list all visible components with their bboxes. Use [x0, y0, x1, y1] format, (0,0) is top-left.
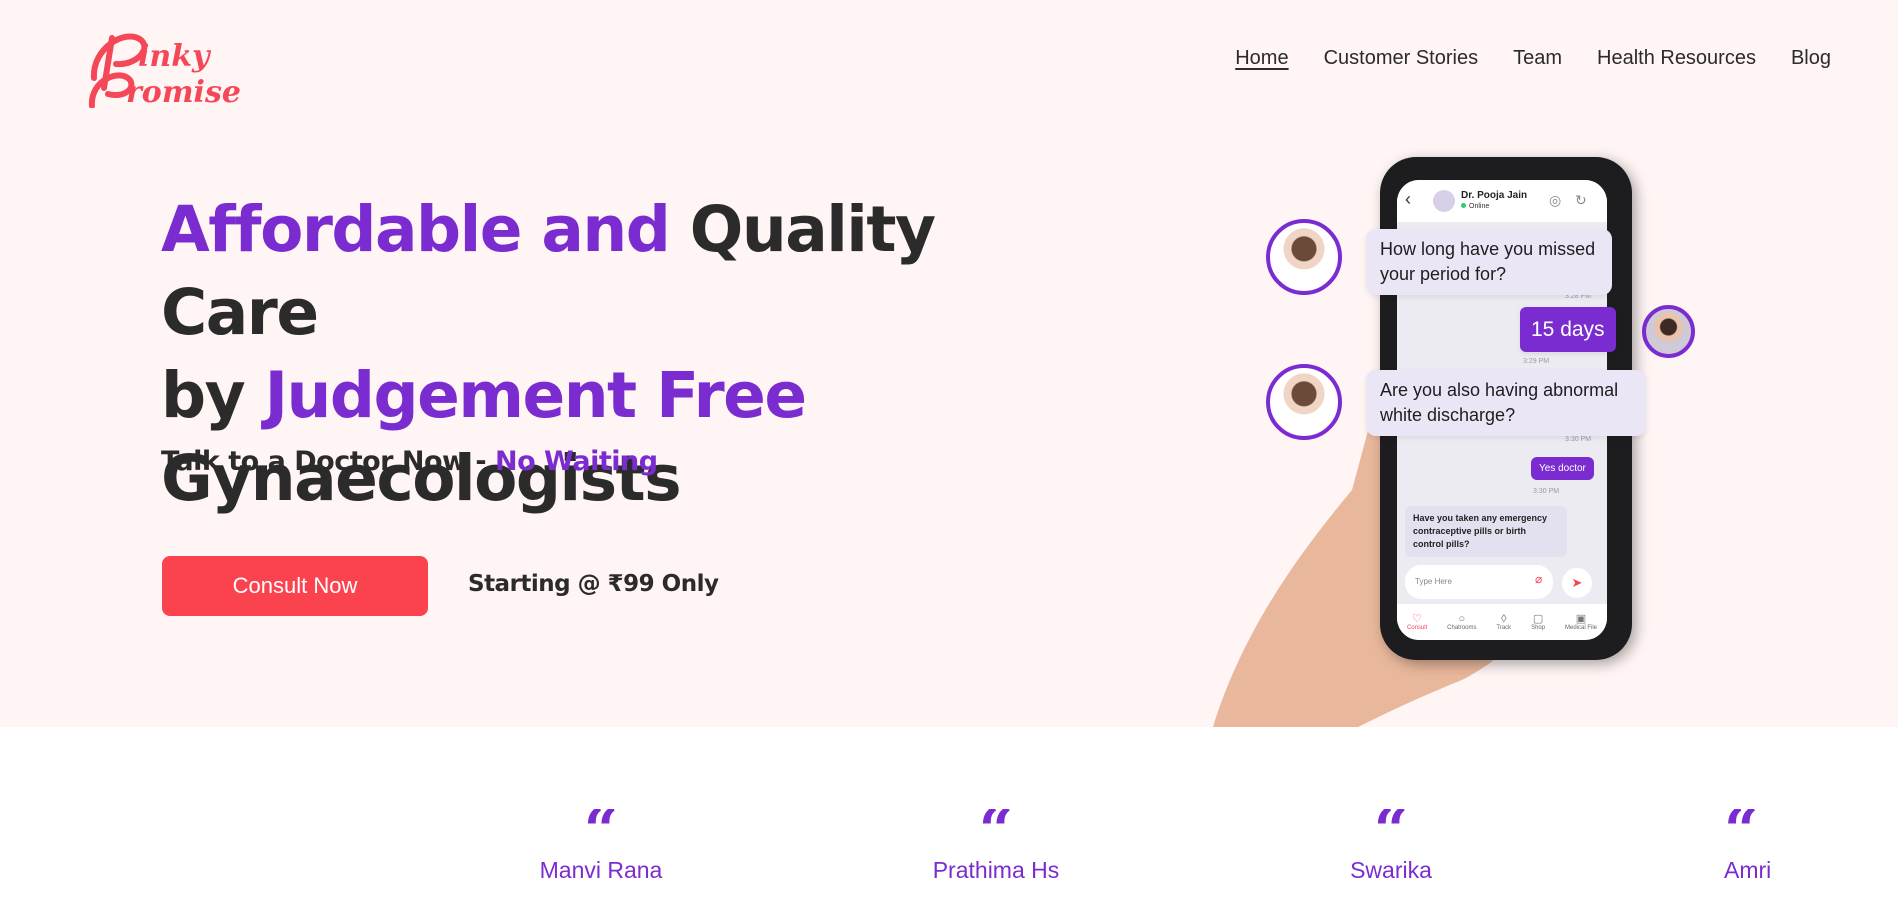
- hero-section: inky romise Home Customer Stories Team H…: [0, 0, 1898, 727]
- app-tab-bar: ♡ Consult ○ Chatrooms ◊ Track ▢ Shop ▣ Medica…: [1397, 604, 1607, 640]
- file-icon: ▣: [1575, 613, 1587, 625]
- drop-icon: ◊: [1501, 613, 1507, 625]
- testimonial-card[interactable]: “ Swarika: [1271, 809, 1511, 884]
- testimonial-card[interactable]: “ Amri: [1700, 809, 1774, 884]
- quote-icon: “: [481, 809, 721, 843]
- back-arrow-icon[interactable]: ‹: [1405, 189, 1411, 210]
- tab-label: Chatrooms: [1447, 625, 1477, 631]
- nav-health-resources[interactable]: Health Resources: [1597, 47, 1756, 70]
- consult-now-button[interactable]: Consult Now: [162, 556, 428, 616]
- patient-reply-bubble: 15 days: [1520, 307, 1616, 352]
- headline-part-4: Judgement Free: [264, 359, 808, 432]
- doctor-name: Dr. Pooja Jain: [1461, 190, 1528, 201]
- tab-label: Medical File: [1564, 625, 1597, 631]
- quote-icon: “: [1724, 809, 1774, 843]
- attach-icon[interactable]: ⌀: [1535, 572, 1542, 586]
- price-text: Starting @ ₹99 Only: [468, 571, 719, 597]
- subline-highlight: No Waiting: [494, 446, 658, 477]
- msg-time: 3:30 PM: [1565, 436, 1592, 443]
- headline-part-3: by: [161, 359, 265, 432]
- doctor-avatar: [1266, 364, 1342, 440]
- tab-shop[interactable]: ▢ Shop: [1531, 613, 1545, 631]
- chat-header: ‹ Dr. Pooja Jain Online ◎ ↻: [1397, 180, 1607, 222]
- message-input[interactable]: Type Here: [1405, 565, 1553, 599]
- tab-medical-file[interactable]: ▣ Medical File: [1565, 613, 1597, 631]
- quote-icon: “: [1271, 809, 1511, 843]
- testimonial-name: Prathima Hs: [932, 857, 1060, 883]
- testimonial-card[interactable]: “ Manvi Rana: [481, 809, 721, 884]
- testimonials-strip: “ Manvi Rana “ Prathima Hs “ Swarika: [0, 727, 1898, 907]
- tab-label: Shop: [1531, 625, 1546, 631]
- svg-text:inky: inky: [138, 39, 212, 74]
- subline-text: Talk to a Doctor Now -: [161, 446, 495, 477]
- refresh-icon[interactable]: ↻: [1575, 192, 1587, 209]
- question-bubble: Have you taken any emergency contracepti…: [1405, 506, 1567, 557]
- nav-team[interactable]: Team: [1513, 47, 1562, 70]
- call-icon[interactable]: ◎: [1549, 192, 1561, 209]
- testimonial-name: Swarika: [1350, 857, 1432, 883]
- doctor-message-bubble: Are you also having abnormal white disch…: [1366, 370, 1646, 436]
- online-status: Online: [1461, 203, 1489, 210]
- patient-avatar: [1642, 305, 1695, 358]
- testimonial-card[interactable]: “ Prathima Hs: [876, 809, 1116, 884]
- nav-blog[interactable]: Blog: [1791, 47, 1831, 70]
- doctor-avatar: [1266, 219, 1342, 295]
- testimonial-name: Manvi Rana: [539, 857, 663, 883]
- reply-bubble: Yes doctor: [1531, 457, 1594, 480]
- quote-icon: “: [876, 809, 1116, 843]
- nav-customer-stories[interactable]: Customer Stories: [1324, 47, 1479, 70]
- tab-label: Consult: [1406, 625, 1428, 631]
- testimonial-name: Amri: [1724, 857, 1772, 883]
- svg-text:romise: romise: [126, 75, 241, 108]
- tab-label: Track: [1496, 625, 1512, 631]
- msg-time: 3:29 PM: [1523, 358, 1550, 365]
- chat-icon: ○: [1458, 613, 1466, 625]
- msg-time: 3:30 PM: [1533, 488, 1560, 495]
- nav-home[interactable]: Home: [1235, 47, 1288, 70]
- tab-track[interactable]: ◊ Track: [1496, 613, 1511, 631]
- doctor-avatar-small: [1433, 190, 1455, 212]
- pinky-promise-logo[interactable]: inky romise: [86, 18, 266, 108]
- testimonial-card-clipped[interactable]: “ Amri: [1700, 809, 1774, 907]
- send-icon[interactable]: ➤: [1562, 568, 1592, 598]
- tab-chatrooms[interactable]: ○ Chatrooms: [1447, 613, 1476, 631]
- tab-consult[interactable]: ♡ Consult: [1407, 613, 1427, 631]
- stethoscope-icon: ♡: [1412, 613, 1423, 625]
- hero-subline: Talk to a Doctor Now - No Waiting: [161, 446, 658, 477]
- bag-icon: ▢: [1532, 613, 1544, 625]
- doctor-message-bubble: How long have you missed your period for…: [1366, 229, 1612, 295]
- headline-part-1: Affordable and: [161, 193, 671, 266]
- main-nav: Home Customer Stories Team Health Resour…: [1235, 47, 1831, 70]
